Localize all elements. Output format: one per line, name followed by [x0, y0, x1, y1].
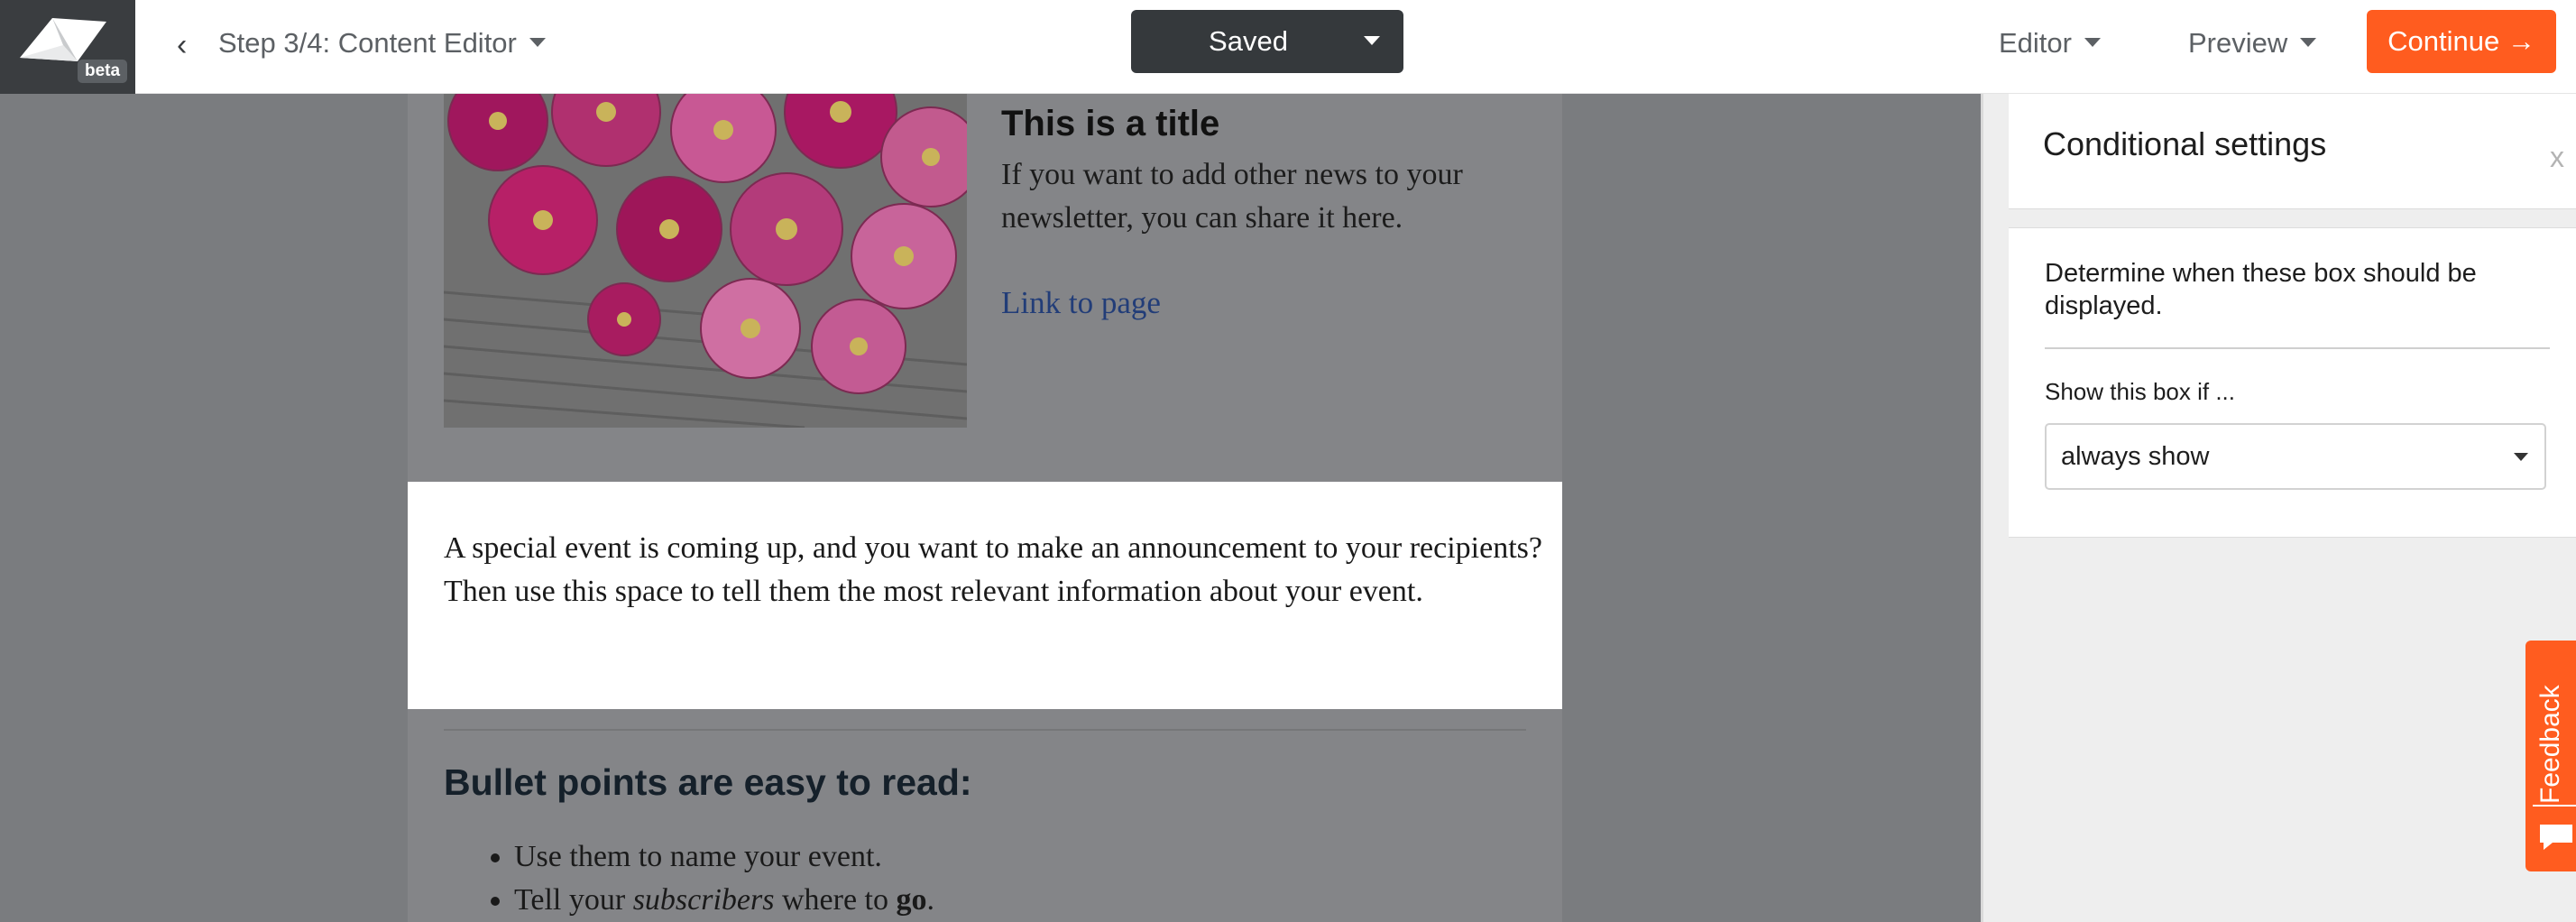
chevron-down-icon	[2084, 37, 2101, 47]
bullet-emphasis: subscribers	[632, 883, 775, 917]
bullet-text: Use them to name your event.	[514, 840, 882, 873]
flowers-image[interactable]	[444, 94, 967, 428]
flowers-photo	[444, 94, 967, 428]
step-dropdown[interactable]: Step 3/4: Content Editor	[218, 25, 546, 61]
bullet-text: where to	[774, 883, 897, 917]
app-logo[interactable]: beta	[0, 0, 135, 94]
preview-menu-label: Preview	[2188, 27, 2288, 59]
bullets-heading[interactable]: Bullet points are easy to read:	[444, 758, 972, 807]
chevron-down-icon	[2300, 37, 2317, 47]
list-item: Tell your subscribers where to go.	[514, 879, 934, 922]
bullet-list[interactable]: Use them to name your event. Tell your s…	[514, 835, 934, 922]
event-text[interactable]: A special event is coming up, and you wa…	[444, 527, 1544, 613]
panel-header: Conditional settings x	[2009, 94, 2576, 209]
chevron-down-icon	[529, 37, 546, 47]
continue-button[interactable]: Continue →	[2367, 10, 2556, 73]
panel-title: Conditional settings	[2043, 125, 2327, 162]
saved-label: Saved	[1209, 25, 1288, 57]
bullet-text: Tell your	[514, 883, 633, 917]
preview-menu[interactable]: Preview	[2188, 25, 2317, 61]
back-chevron-button[interactable]: ‹	[177, 27, 187, 63]
selected-event-block[interactable]: A special event is coming up, and you wa…	[408, 482, 1562, 709]
close-icon[interactable]: x	[2550, 139, 2564, 175]
editor-menu-label: Editor	[1999, 27, 2072, 59]
settings-card: Determine when these box should be displ…	[2009, 227, 2576, 538]
show-if-label: Show this box if ...	[2045, 378, 2235, 405]
feedback-divider	[2533, 805, 2576, 807]
beta-badge: beta	[78, 60, 128, 83]
chevron-down-icon	[2514, 453, 2528, 461]
editor-menu[interactable]: Editor	[1999, 25, 2101, 61]
chat-bubble-icon	[2540, 825, 2572, 850]
conditional-settings-panel: Conditional settings x Determine when th…	[1983, 94, 2576, 922]
show-condition-select[interactable]: always show	[2045, 423, 2546, 490]
news-text[interactable]: If you want to add other news to your ne…	[1001, 153, 1560, 240]
list-item: Use them to name your event.	[514, 835, 934, 879]
step-label: Step 3/4: Content Editor	[218, 27, 517, 59]
bullet-strong: go	[896, 883, 927, 917]
top-bar: beta ‹ Step 3/4: Content Editor Saved Ed…	[0, 0, 2576, 94]
content-divider	[444, 729, 1526, 731]
news-link[interactable]: Link to page	[1001, 281, 1161, 325]
select-value: always show	[2061, 442, 2210, 471]
news-title[interactable]: This is a title	[1001, 101, 1219, 146]
settings-divider	[2045, 347, 2550, 349]
feedback-tab[interactable]: Feedback	[2525, 641, 2576, 871]
settings-description: Determine when these box should be displ…	[2045, 259, 2477, 320]
feedback-label: Feedback	[2535, 685, 2565, 804]
saved-status-button[interactable]: Saved	[1131, 10, 1403, 73]
bullet-text: .	[926, 883, 935, 917]
chevron-down-icon[interactable]	[1364, 36, 1380, 45]
